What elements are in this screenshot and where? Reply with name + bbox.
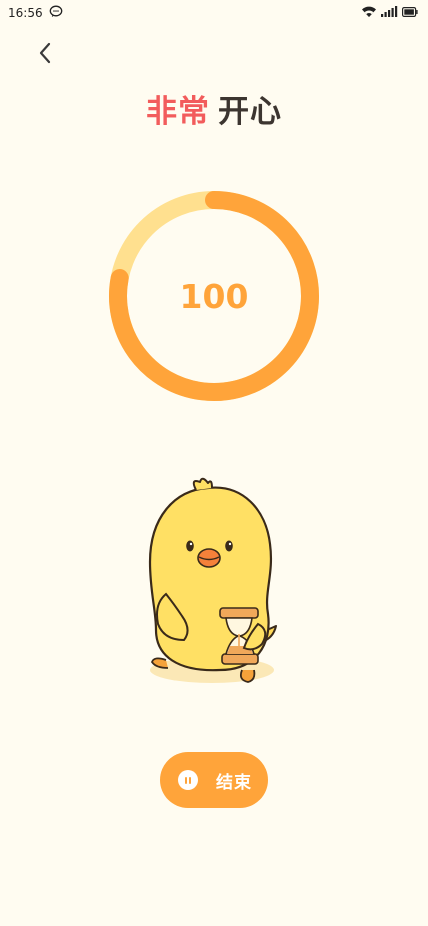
mood-label: 开心: [218, 94, 282, 130]
chick-eye-right: [225, 540, 233, 552]
end-button[interactable]: 结束: [160, 752, 268, 808]
mood-intensity: 非常: [146, 94, 210, 130]
timer-screen: 16:56 非常 开心 100 结束: [0, 0, 428, 926]
status-time: 16:56: [8, 6, 43, 20]
status-right: [361, 5, 418, 21]
status-left: 16:56: [8, 5, 63, 21]
mood-title: 非常 开心: [0, 86, 428, 131]
status-bar: 16:56: [0, 0, 428, 26]
mood-score-ring: 100: [108, 190, 320, 402]
battery-icon: [402, 6, 418, 20]
signal-icon: [381, 5, 398, 21]
chat-bubble-icon: [49, 5, 63, 21]
chevron-left-icon: [39, 42, 51, 64]
mood-score-value: 100: [179, 276, 249, 316]
chick-with-hourglass-illustration: [138, 474, 288, 688]
wifi-icon: [361, 5, 377, 21]
end-button-label: 结束: [216, 772, 252, 793]
pause-icon: [178, 770, 198, 790]
chick-eye-left: [186, 540, 194, 552]
back-button[interactable]: [30, 38, 60, 68]
